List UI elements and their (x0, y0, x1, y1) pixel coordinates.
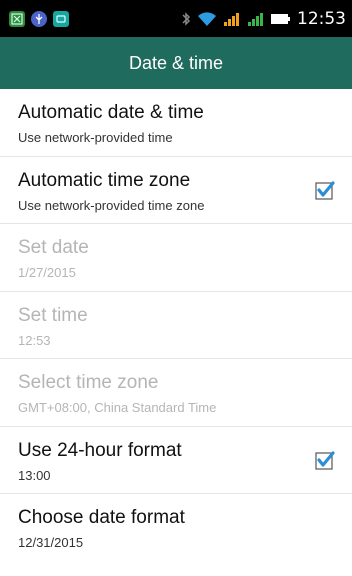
setting-title: Automatic date & time (18, 102, 204, 123)
battery-icon (271, 13, 290, 24)
setting-set-date[interactable]: Set date 1/27/2015 (0, 224, 352, 292)
setting-subtitle: Use network-provided time (18, 130, 173, 145)
notification-app-icon (53, 10, 69, 27)
setting-title: Use 24-hour format (18, 439, 182, 461)
setting-choose-date-format[interactable]: Choose date format 12/31/2015 (0, 494, 352, 562)
app-bar: Date & time (0, 37, 352, 89)
setting-select-time-zone[interactable]: Select time zone GMT+08:00, China Standa… (0, 359, 352, 427)
checkbox-checked-icon[interactable] (315, 450, 335, 470)
system-icons: 12:53 (181, 9, 346, 29)
status-bar: 12:53 (0, 0, 352, 37)
bluetooth-icon (182, 11, 191, 26)
notification-app-icon (9, 10, 25, 27)
setting-use-24-hour-format[interactable]: Use 24-hour format 13:00 (0, 427, 352, 494)
status-time: 12:53 (297, 8, 346, 29)
wifi-icon (198, 11, 216, 26)
setting-subtitle: Use network-provided time zone (18, 197, 205, 213)
setting-title: Set date (18, 237, 89, 258)
setting-title: Choose date format (18, 507, 185, 528)
usb-icon (31, 10, 47, 27)
setting-title: Automatic time zone (18, 169, 191, 191)
setting-title: Select time zone (18, 372, 159, 393)
signal-icon (224, 12, 239, 26)
setting-set-time[interactable]: Set time 12:53 (0, 292, 352, 359)
setting-subtitle: 12/31/2015 (18, 535, 84, 550)
notification-icons (9, 10, 69, 27)
setting-subtitle: 1/27/2015 (18, 265, 76, 280)
setting-automatic-date-time[interactable]: Automatic date & time Use network-provid… (0, 89, 352, 157)
signal-icon (248, 12, 263, 26)
checkbox-checked-icon[interactable] (315, 180, 335, 200)
setting-subtitle: 12:53 (18, 332, 51, 348)
page-title: Date & time (128, 52, 224, 73)
setting-subtitle: GMT+08:00, China Standard Time (18, 400, 217, 415)
settings-list: Automatic date & time Use network-provid… (0, 89, 352, 562)
setting-automatic-time-zone[interactable]: Automatic time zone Use network-provided… (0, 157, 352, 224)
setting-title: Set time (18, 304, 88, 326)
setting-subtitle: 13:00 (18, 467, 51, 483)
